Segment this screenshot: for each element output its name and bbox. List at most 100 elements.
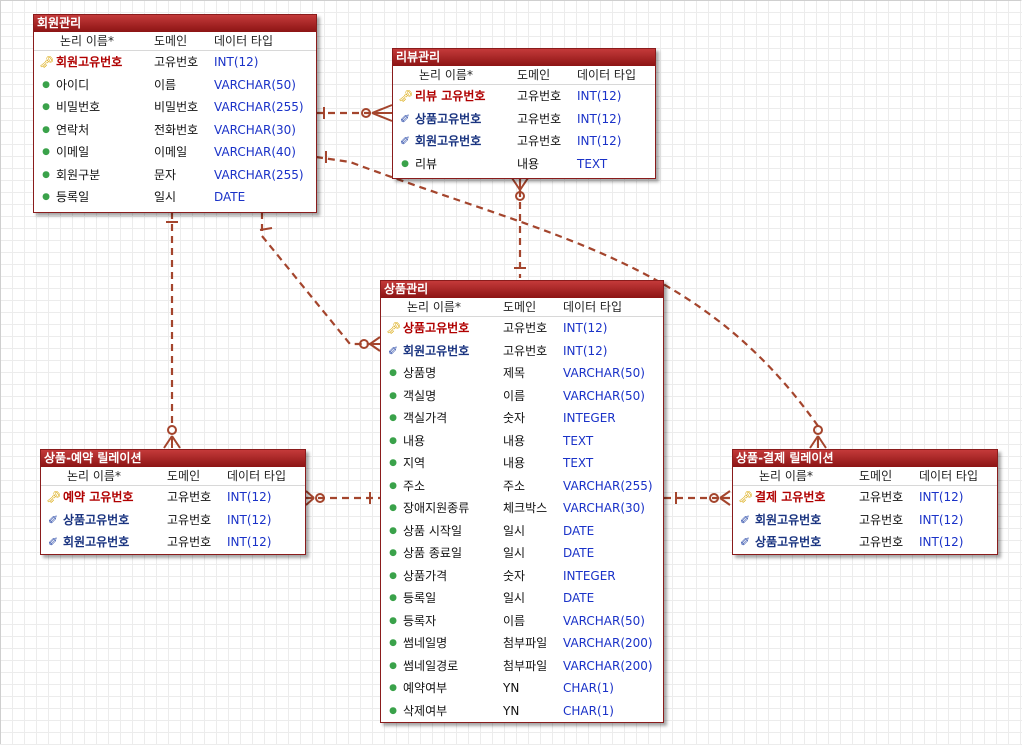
attribute-logical-name: 상품고유번호 xyxy=(415,111,482,126)
attribute-logical-name: 주소 xyxy=(403,478,426,493)
attribute-logical-name: 회원고유번호 xyxy=(755,512,822,527)
attribute-logical-name: 상품고유번호 xyxy=(755,535,822,549)
attribute-data-type: INT(12) xyxy=(577,134,622,148)
attribute-domain: 일시 xyxy=(154,190,177,204)
attribute-logical-name: 썸네일경로 xyxy=(403,658,459,673)
attribute-row[interactable]: 🗝 회원고유번호 고유번호 INT(12) xyxy=(34,51,316,74)
attribute-data-type: INT(12) xyxy=(227,490,272,504)
attribute-icon: ● xyxy=(389,548,397,558)
attribute-row[interactable]: ● 객실가격 숫자 INTEGER xyxy=(381,407,663,430)
attribute-row[interactable]: ● 회원구분 문자 VARCHAR(255) xyxy=(34,164,316,187)
attribute-icon: ● xyxy=(389,615,397,626)
attribute-domain: 제목 xyxy=(503,366,526,380)
key-icon: 🗝 xyxy=(398,89,414,103)
attribute-row[interactable]: ✐ 상품고유번호 고유번호 INT(12) xyxy=(41,509,305,532)
attribute-domain: 이름 xyxy=(154,77,177,92)
attribute-row[interactable]: ✐ 상품고유번호 고유번호 INT(12) xyxy=(733,531,997,554)
attribute-data-type: VARCHAR(255) xyxy=(563,478,653,493)
attribute-row[interactable]: ● 연락처 전화번호 VARCHAR(30) xyxy=(34,119,316,142)
header-domain: 도메인 xyxy=(154,34,188,48)
header-data-type: 데이터 타입 xyxy=(227,469,287,483)
attribute-row[interactable]: 🗝 리뷰 고유번호 고유번호 INT(12) xyxy=(393,85,655,108)
entity-product[interactable]: 상품관리 논리 이름* 도메인 데이터 타입 🗝 상품고유번호 고유번호 INT(12… xyxy=(380,280,664,723)
attribute-domain: 첨부파일 xyxy=(503,636,548,650)
attribute-logical-name: 객실명 xyxy=(403,388,437,403)
attribute-row[interactable]: ● 이메일 이메일 VARCHAR(40) xyxy=(34,141,316,164)
attribute-row[interactable]: ● 내용 내용 TEXT xyxy=(381,430,663,453)
entity-payment-relation[interactable]: 상품-결제 릴레이션 논리 이름* 도메인 데이터 타입 🗝 결제 고유번호 고유번… xyxy=(732,449,998,555)
entity-title[interactable]: 상품-예약 릴레이션 xyxy=(41,450,305,467)
attribute-domain: 일시 xyxy=(503,523,526,538)
attribute-domain: 체크박스 xyxy=(503,501,548,515)
attribute-domain: YN xyxy=(503,681,520,695)
column-header: 논리 이름* 도메인 데이터 타입 xyxy=(733,467,997,486)
attribute-domain: 고유번호 xyxy=(859,535,904,549)
attribute-icon: ● xyxy=(389,368,397,378)
entity-member[interactable]: 회원관리 논리 이름* 도메인 데이터 타입 🗝 회원고유번호 고유번호 INT(12… xyxy=(33,14,317,213)
attribute-row[interactable]: ● 등록일 일시 DATE xyxy=(381,587,663,610)
attribute-row[interactable]: ● 상품명 제목 VARCHAR(50) xyxy=(381,362,663,385)
entity-rows: 🗝 예약 고유번호 고유번호 INT(12) ✐ 상품고유번호 고유번호 INT(12) ✐ 회원… xyxy=(41,486,305,554)
entity-title[interactable]: 회원관리 xyxy=(34,15,316,32)
foreign-key-icon: ✐ xyxy=(739,512,751,527)
attribute-row[interactable]: ● 삭제여부 YN CHAR(1) xyxy=(381,700,663,723)
attribute-logical-name: 회원고유번호 xyxy=(403,343,470,358)
attribute-data-type: VARCHAR(50) xyxy=(563,388,645,403)
entity-title[interactable]: 상품-결제 릴레이션 xyxy=(733,450,997,467)
attribute-logical-name: 회원고유번호 xyxy=(56,55,123,69)
attribute-domain: 고유번호 xyxy=(167,490,212,504)
attribute-data-type: INT(12) xyxy=(563,321,608,335)
key-icon: 🗝 xyxy=(46,490,62,504)
attribute-row[interactable]: ✐ 회원고유번호 고유번호 INT(12) xyxy=(381,340,663,363)
attribute-row[interactable]: ● 리뷰 내용 TEXT xyxy=(393,153,655,176)
entity-title[interactable]: 리뷰관리 xyxy=(393,49,655,66)
attribute-row[interactable]: ● 비밀번호 비밀번호 VARCHAR(255) xyxy=(34,96,316,119)
attribute-data-type: VARCHAR(30) xyxy=(214,122,296,137)
attribute-row[interactable]: 🗝 상품고유번호 고유번호 INT(12) xyxy=(381,317,663,340)
entity-rows: 🗝 결제 고유번호 고유번호 INT(12) ✐ 회원고유번호 고유번호 INT(12) ✐ 상품… xyxy=(733,486,997,554)
attribute-row[interactable]: ✐ 회원고유번호 고유번호 INT(12) xyxy=(41,531,305,554)
attribute-logical-name: 리뷰 xyxy=(415,156,438,171)
attribute-data-type: VARCHAR(40) xyxy=(214,145,296,159)
attribute-logical-name: 내용 xyxy=(403,433,426,448)
attribute-icon: ● xyxy=(389,435,397,446)
attribute-icon: ● xyxy=(389,503,397,513)
attribute-row[interactable]: ● 상품 종료일 일시 DATE xyxy=(381,542,663,565)
attribute-logical-name: 상품고유번호 xyxy=(403,321,470,335)
attribute-row[interactable]: ● 장애지원종류 체크박스 VARCHAR(30) xyxy=(381,497,663,520)
attribute-row[interactable]: ● 주소 주소 VARCHAR(255) xyxy=(381,475,663,498)
attribute-row[interactable]: ● 상품가격 숫자 INTEGER xyxy=(381,565,663,588)
attribute-row[interactable]: 🗝 예약 고유번호 고유번호 INT(12) xyxy=(41,486,305,509)
entity-review[interactable]: 리뷰관리 논리 이름* 도메인 데이터 타입 🗝 리뷰 고유번호 고유번호 INT(1… xyxy=(392,48,656,179)
attribute-data-type: VARCHAR(30) xyxy=(563,501,645,515)
attribute-logical-name: 연락처 xyxy=(56,122,90,137)
attribute-icon: ● xyxy=(389,390,397,401)
attribute-logical-name: 상품 종료일 xyxy=(403,546,463,560)
entity-reservation-relation[interactable]: 상품-예약 릴레이션 논리 이름* 도메인 데이터 타입 🗝 예약 고유번호 고유번… xyxy=(40,449,306,555)
attribute-logical-name: 회원고유번호 xyxy=(415,134,482,148)
attribute-domain: 내용 xyxy=(503,433,526,448)
attribute-row[interactable]: 🗝 결제 고유번호 고유번호 INT(12) xyxy=(733,486,997,509)
attribute-row[interactable]: ● 상품 시작일 일시 DATE xyxy=(381,520,663,543)
attribute-row[interactable]: ● 등록일 일시 DATE xyxy=(34,186,316,209)
attribute-data-type: INT(12) xyxy=(577,111,622,126)
attribute-row[interactable]: ✐ 회원고유번호 고유번호 INT(12) xyxy=(393,130,655,153)
attribute-icon: ● xyxy=(42,79,50,90)
attribute-row[interactable]: ● 썸네일경로 첨부파일 VARCHAR(200) xyxy=(381,655,663,678)
attribute-row[interactable]: ● 객실명 이름 VARCHAR(50) xyxy=(381,385,663,408)
attribute-row[interactable]: ● 예약여부 YN CHAR(1) xyxy=(381,677,663,700)
header-logical-name: 논리 이름* xyxy=(759,469,813,483)
entity-title[interactable]: 상품관리 xyxy=(381,281,663,298)
attribute-row[interactable]: ● 썸네일명 첨부파일 VARCHAR(200) xyxy=(381,632,663,655)
attribute-row[interactable]: ✐ 상품고유번호 고유번호 INT(12) xyxy=(393,108,655,131)
attribute-logical-name: 지역 xyxy=(403,456,426,470)
attribute-row[interactable]: ● 지역 내용 TEXT xyxy=(381,452,663,475)
header-data-type: 데이터 타입 xyxy=(563,300,623,314)
attribute-logical-name: 객실가격 xyxy=(403,411,448,425)
attribute-row[interactable]: ✐ 회원고유번호 고유번호 INT(12) xyxy=(733,509,997,532)
attribute-data-type: VARCHAR(50) xyxy=(214,77,296,92)
attribute-domain: 첨부파일 xyxy=(503,658,548,673)
attribute-row[interactable]: ● 아이디 이름 VARCHAR(50) xyxy=(34,74,316,97)
attribute-row[interactable]: ● 등록자 이름 VARCHAR(50) xyxy=(381,610,663,633)
attribute-domain: 주소 xyxy=(503,478,526,493)
